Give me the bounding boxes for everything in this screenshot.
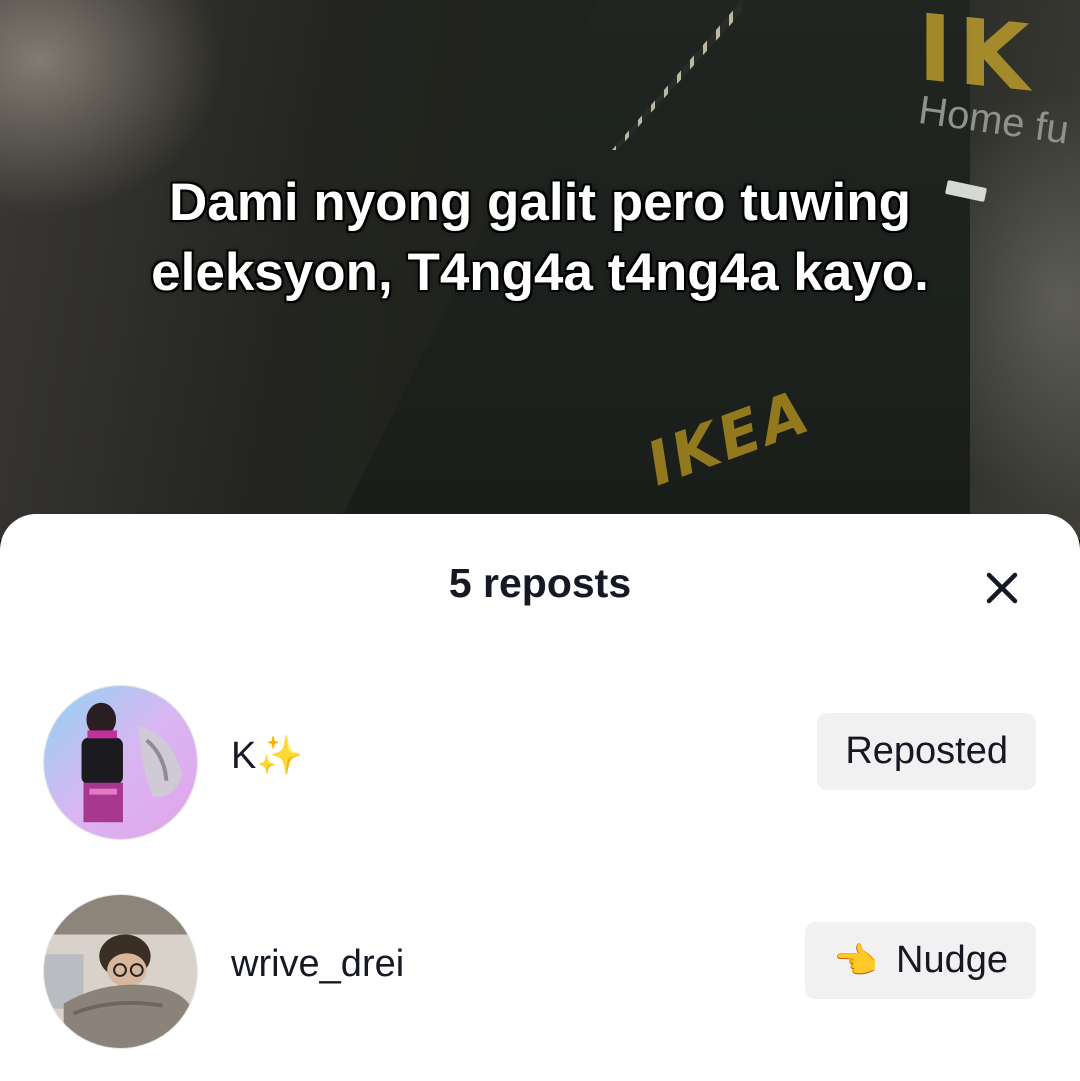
avatar[interactable] [43, 894, 198, 1049]
close-button[interactable] [974, 560, 1030, 616]
reposts-sheet: 5 reposts K✨ Reposted wrive_drei 👈 Nudge [0, 514, 1080, 1081]
list-item[interactable]: K✨ Reposted [0, 676, 1080, 846]
nudge-label: Nudge [896, 939, 1008, 981]
reposted-label: Reposted [845, 730, 1008, 772]
username[interactable]: K✨ [231, 734, 304, 778]
list-item[interactable]: wrive_drei 👈 Nudge [0, 885, 1080, 1055]
video-caption: Dami nyong galit pero tuwing eleksyon, T… [151, 173, 929, 302]
reposted-button[interactable]: Reposted [817, 713, 1036, 790]
sheet-title: 5 reposts [448, 560, 632, 606]
avatar-image [44, 895, 197, 1048]
sheet-header: 5 reposts [0, 514, 1080, 660]
username[interactable]: wrive_drei [231, 943, 404, 986]
avatar-image [44, 686, 197, 839]
screen: IK Home fu IKEA Dami nyong galit pero tu… [0, 0, 1080, 1081]
nudge-hand-icon: 👈 [833, 939, 879, 981]
close-icon [986, 572, 1018, 604]
avatar[interactable] [43, 685, 198, 840]
video-player[interactable]: IK Home fu IKEA Dami nyong galit pero tu… [0, 0, 1080, 540]
nudge-button[interactable]: 👈 Nudge [805, 922, 1036, 999]
